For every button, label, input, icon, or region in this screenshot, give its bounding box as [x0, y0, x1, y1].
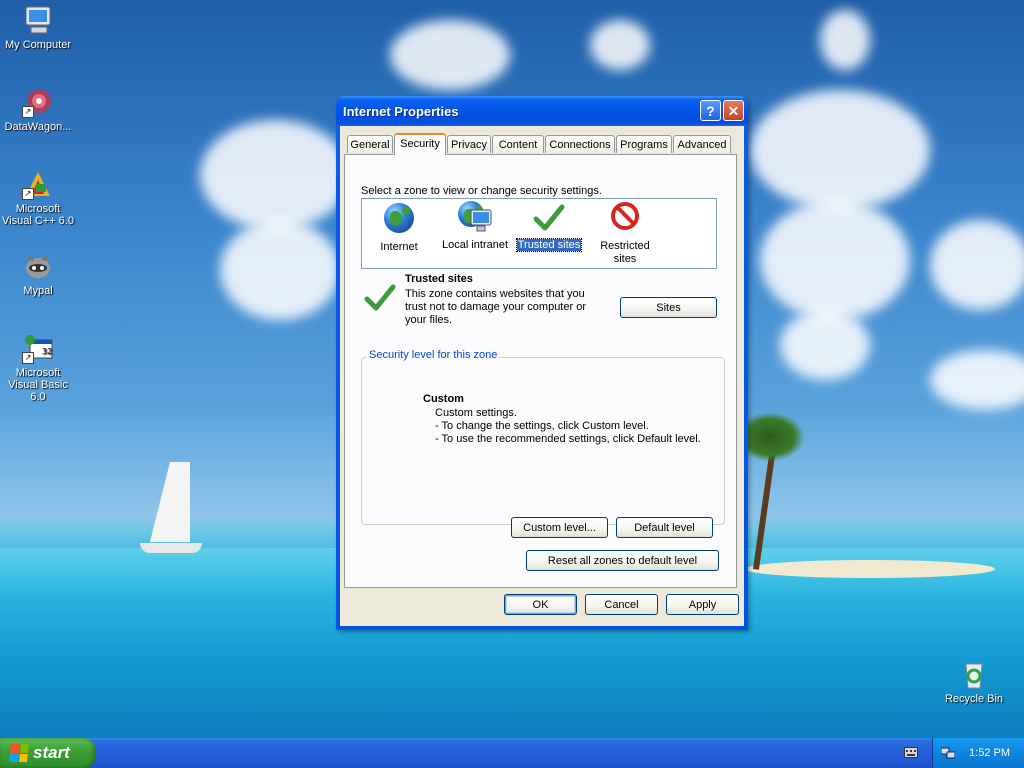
- no-entry-icon: [608, 202, 642, 236]
- tab-programs[interactable]: Programs: [616, 135, 672, 153]
- cloud: [930, 220, 1024, 310]
- dialog-body: General Security Privacy Content Connect…: [340, 126, 744, 626]
- security-level-group-label: Security level for this zone: [367, 349, 500, 361]
- zone-internet[interactable]: Internet: [363, 201, 435, 253]
- zone-description: This zone contains websites that you tru…: [405, 288, 586, 326]
- desktop-icon-recycle-bin[interactable]: Recycle Bin: [936, 658, 1012, 705]
- zone-label-selected: Trusted sites: [515, 238, 583, 252]
- titlebar[interactable]: Internet Properties ? ✕: [336, 96, 748, 126]
- checkmark-icon: [532, 201, 566, 235]
- level-line: Custom settings.: [435, 407, 517, 419]
- apply-button[interactable]: Apply: [666, 594, 739, 615]
- help-button[interactable]: ?: [700, 100, 721, 121]
- default-level-button[interactable]: Default level: [616, 517, 713, 538]
- close-button[interactable]: ✕: [723, 100, 744, 121]
- security-tab-panel: Select a zone to view or change security…: [344, 154, 737, 588]
- datawagon-icon: ↗: [22, 86, 54, 118]
- visual-cpp-icon: ↗: [22, 168, 54, 200]
- desktop-icon-mypal[interactable]: Mypal: [0, 250, 76, 297]
- visual-basic-icon: 32 ↗: [22, 332, 54, 364]
- cancel-button[interactable]: Cancel: [585, 594, 658, 615]
- cloud: [760, 200, 910, 320]
- zone-title: Trusted sites: [405, 273, 473, 285]
- sailboat-sail: [150, 462, 190, 542]
- zone-local-intranet[interactable]: Local intranet: [439, 201, 511, 251]
- custom-level-button[interactable]: Custom level...: [511, 517, 608, 538]
- cloud: [750, 90, 930, 210]
- tab-advanced[interactable]: Advanced: [673, 135, 731, 153]
- start-button[interactable]: start: [0, 738, 96, 768]
- raccoon-icon: [22, 250, 54, 282]
- sites-button[interactable]: Sites: [620, 297, 717, 318]
- desktop-icon-label: DataWagon...: [4, 121, 72, 133]
- cloud: [200, 120, 350, 230]
- desktop-icon-visual-cpp[interactable]: ↗ Microsoft Visual C++ 6.0: [0, 168, 76, 227]
- zone-label: Local intranet: [441, 239, 509, 251]
- desktop-icon-label: Microsoft Visual Basic 6.0: [8, 367, 68, 403]
- computer-icon: [22, 4, 54, 36]
- svg-text:32: 32: [42, 347, 52, 356]
- security-level-name: Custom: [423, 393, 464, 405]
- network-icon[interactable]: [940, 747, 956, 759]
- keyboard-icon[interactable]: [904, 747, 918, 758]
- cloud: [930, 350, 1024, 410]
- globe-computer-icon: [458, 201, 492, 235]
- system-tray: 1:52 PM: [932, 738, 1024, 768]
- trusted-sites-check-icon: [363, 281, 397, 324]
- globe-icon: [382, 203, 416, 237]
- zone-label: Internet: [380, 241, 418, 253]
- tab-general[interactable]: General: [347, 135, 393, 153]
- shortcut-arrow-icon: ↗: [22, 352, 34, 364]
- start-label: start: [33, 743, 70, 762]
- desktop-icon-label: My Computer: [4, 39, 72, 51]
- cloud: [780, 310, 870, 380]
- security-level-description: Custom settings. - To change the setting…: [435, 407, 701, 446]
- island-sand: [745, 560, 995, 578]
- tab-content[interactable]: Content: [492, 135, 544, 153]
- tab-security[interactable]: Security: [394, 133, 446, 155]
- desktop-icon-label: Mypal: [23, 285, 53, 297]
- tab-connections[interactable]: Connections: [545, 135, 615, 153]
- desktop-icon-datawagon[interactable]: ↗ DataWagon...: [0, 86, 76, 133]
- shortcut-arrow-icon: ↗: [22, 188, 34, 200]
- shortcut-arrow-icon: ↗: [22, 106, 34, 118]
- zone-restricted-sites[interactable]: Restricted sites: [589, 201, 661, 266]
- desktop-icon-label: Recycle Bin: [944, 693, 1004, 705]
- ok-button[interactable]: OK: [504, 594, 577, 615]
- level-line: - To change the settings, click Custom l…: [435, 420, 649, 432]
- cloud: [820, 10, 870, 70]
- zone-trusted-sites[interactable]: Trusted sites: [513, 201, 585, 252]
- sailboat-hull: [140, 543, 202, 553]
- zone-label: Restricted sites: [600, 240, 650, 265]
- recycle-bin-icon: [958, 658, 990, 690]
- clock[interactable]: 1:52 PM: [969, 747, 1010, 759]
- internet-properties-window: Internet Properties ? ✕ General Security…: [336, 96, 748, 630]
- cloud: [220, 220, 340, 320]
- tab-privacy[interactable]: Privacy: [447, 135, 491, 153]
- desktop-icon-my-computer[interactable]: My Computer: [0, 4, 76, 51]
- cloud: [390, 20, 510, 90]
- level-line: - To use the recommended settings, click…: [435, 433, 701, 445]
- cloud: [590, 20, 650, 70]
- zone-instruction: Select a zone to view or change security…: [361, 185, 602, 197]
- windows-flag-icon: [9, 744, 29, 762]
- window-title: Internet Properties: [343, 104, 459, 119]
- zone-list: Internet Local intranet Trusted sites Re…: [361, 198, 717, 269]
- taskbar: start 1:52 PM: [0, 738, 1024, 768]
- desktop-icon-visual-basic[interactable]: 32 ↗ Microsoft Visual Basic 6.0: [0, 332, 76, 403]
- reset-all-zones-button[interactable]: Reset all zones to default level: [526, 550, 719, 571]
- desktop-icon-label: Microsoft Visual C++ 6.0: [2, 203, 74, 227]
